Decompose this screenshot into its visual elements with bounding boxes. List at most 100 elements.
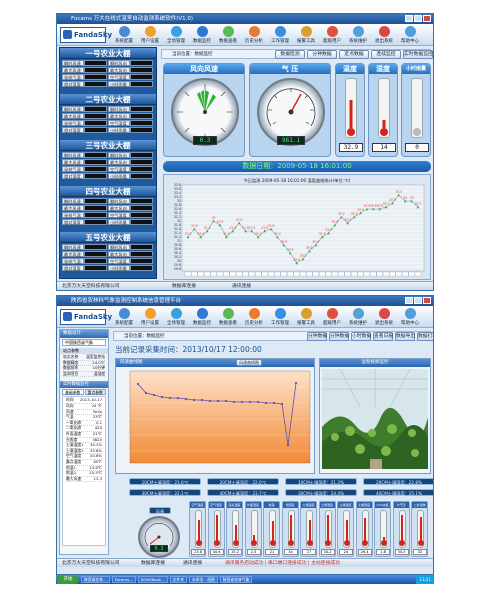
toolbar-button-2[interactable]: 全场管理 bbox=[163, 308, 189, 327]
wind-speed-label: 风速 bbox=[149, 507, 171, 514]
reading-label: 最大风向 bbox=[108, 251, 130, 257]
toolbar-button-4[interactable]: 数据查看 bbox=[215, 26, 241, 45]
reading-label: 最大风速 bbox=[62, 205, 84, 211]
toolbar-button-8[interactable]: 超级用户 bbox=[319, 26, 345, 45]
toolbar-icon bbox=[352, 308, 364, 319]
toolbar-button-11[interactable]: 帮助中心 bbox=[397, 26, 423, 45]
toolbar-icon bbox=[144, 26, 156, 37]
param-name: 露点温度 bbox=[66, 458, 82, 464]
thermometer-icon bbox=[398, 510, 406, 548]
rain-title: 小时雨量 bbox=[402, 64, 430, 74]
toolbar-label: 历史分析 bbox=[245, 321, 263, 326]
gauge-tube-3: 叶面湿度 2.5 bbox=[244, 501, 262, 557]
reading-value-display bbox=[130, 152, 153, 158]
soil-readout-3: 20CM土壤湿度：22.8% bbox=[363, 478, 433, 485]
x-tick-box bbox=[402, 271, 409, 277]
compass-icon bbox=[177, 84, 233, 140]
toolbar-button-7[interactable]: 报警工具 bbox=[293, 26, 319, 45]
toolbar-button-6[interactable]: 工作管理 bbox=[267, 26, 293, 45]
humidity-gauge: 湿度 14 bbox=[368, 63, 398, 157]
toolbar-button-11[interactable]: 帮助中心 bbox=[397, 308, 423, 327]
tube-value: 34.5 bbox=[394, 549, 409, 555]
greenhouse-cell: 最大风速 bbox=[62, 205, 108, 211]
wind-chart-button[interactable]: 风速曲线图 bbox=[236, 359, 262, 366]
param-name: 监测项目 bbox=[63, 370, 79, 376]
taskbar-item-1[interactable]: Focams... bbox=[111, 576, 136, 583]
toolbar-button-7[interactable]: 报警工具 bbox=[293, 308, 319, 327]
toolbar-button-10[interactable]: 退出系统 bbox=[371, 26, 397, 45]
pressure-gauge: 气 压 961.1 bbox=[249, 63, 331, 157]
taskbar-item-2[interactable]: SONVBook... bbox=[137, 576, 168, 583]
gauge-tube-0: 空气温度 23.8 bbox=[189, 501, 206, 557]
data-label: 30.5 bbox=[306, 246, 313, 250]
param-name: 叶面温度 bbox=[66, 430, 82, 436]
taskbar-item-0[interactable]: 陕西省农林... bbox=[81, 576, 110, 583]
toolbar-button-9[interactable]: 系统维护 bbox=[345, 308, 371, 327]
toolbar-button-2[interactable]: 全场管理 bbox=[163, 26, 189, 45]
thermometer-icon bbox=[195, 510, 202, 548]
taskbar-item-3[interactable]: 文件夹 bbox=[169, 576, 188, 583]
reading-label: 瞬时风速 bbox=[62, 244, 84, 250]
gauge-tube-7: 土壤湿度 34.2 bbox=[318, 501, 336, 557]
station-select[interactable]: 中国陕西省气象 bbox=[62, 339, 106, 346]
wind-value: 0.3 bbox=[193, 136, 217, 145]
thermometer-icon bbox=[324, 510, 332, 548]
toolbar-button-1[interactable]: 用户设置 bbox=[137, 308, 163, 327]
start-button[interactable]: 开始 bbox=[57, 575, 79, 584]
taskbar-item-5[interactable]: 陕西省农林气象 bbox=[219, 576, 253, 583]
toolbar-button-9[interactable]: 系统维护 bbox=[345, 26, 371, 45]
company-text-2: 北京万大天空科技有限公司 bbox=[62, 561, 120, 566]
nav-button-1[interactable]: 分钟数据 bbox=[307, 50, 337, 59]
nav-button-2[interactable]: 小时数据 bbox=[351, 332, 371, 341]
x-tick-box bbox=[306, 271, 313, 277]
nav-button-0[interactable]: 分钟数据 bbox=[307, 332, 327, 341]
sidebar-header: 数据设计 bbox=[60, 330, 108, 338]
toolbar-button-0[interactable]: 系统配置 bbox=[111, 26, 137, 45]
data-label: 32.9 bbox=[389, 198, 396, 202]
nav-button-3[interactable]: 连续监控 bbox=[371, 50, 401, 59]
toolbar-button-10[interactable]: 退出系统 bbox=[371, 308, 397, 327]
maximize-icon[interactable] bbox=[414, 297, 422, 304]
reading-value-display bbox=[84, 106, 107, 112]
tube-label: 空气湿度 bbox=[208, 502, 224, 508]
reading-value-display bbox=[84, 127, 107, 133]
data-label: 31.4 bbox=[325, 228, 332, 232]
realtime-tab-0[interactable]: 基础参数 bbox=[62, 389, 84, 396]
toolbar-button-5[interactable]: 历史分析 bbox=[241, 308, 267, 327]
nav-button-4[interactable]: 实时数据监控 bbox=[403, 50, 433, 59]
reading-label: 相对湿度 bbox=[62, 219, 84, 225]
toolbar-button-8[interactable]: 超级用户 bbox=[319, 308, 345, 327]
reading-label: 空气湿度 bbox=[108, 258, 130, 264]
greenhouse-row: 采样气温 空气湿度 bbox=[62, 166, 154, 172]
toolbar-button-5[interactable]: 历史分析 bbox=[241, 26, 267, 45]
minimize-icon[interactable] bbox=[405, 15, 413, 22]
nav-button-3[interactable]: 查看日报 bbox=[373, 332, 393, 341]
nav-button-4[interactable]: 数据导出 bbox=[395, 332, 415, 341]
realtime-tab-1[interactable]: 重点参数 bbox=[84, 389, 106, 396]
param-value: 13.3 bbox=[93, 475, 102, 481]
taskbar-item-4[interactable]: 未命名 - 画图 bbox=[189, 576, 218, 583]
notice-text: 通讯服务启动成功 | 串口端口连接成功 | 主站连接成功 bbox=[225, 561, 340, 566]
nav-button-1[interactable]: 分钟数据 bbox=[329, 332, 349, 341]
maximize-icon[interactable] bbox=[414, 15, 422, 22]
greenhouse-cell: 小时雨量 bbox=[108, 265, 154, 271]
close-icon[interactable] bbox=[423, 15, 431, 22]
toolbar-button-4[interactable]: 数据查看 bbox=[215, 308, 241, 327]
close-icon[interactable] bbox=[423, 297, 431, 304]
toolbar-button-0[interactable]: 系统配置 bbox=[111, 308, 137, 327]
nav-button-0[interactable]: 数据检测 bbox=[275, 50, 305, 59]
toolbar-button-1[interactable]: 用户设置 bbox=[137, 26, 163, 45]
dial-needle-icon bbox=[266, 88, 316, 127]
data-label: 30.4 bbox=[287, 248, 294, 252]
wind-data-point bbox=[224, 399, 228, 403]
toolbar-button-6[interactable]: 工作管理 bbox=[267, 308, 293, 327]
minimize-icon[interactable] bbox=[405, 297, 413, 304]
nav-button-2[interactable]: 定点数据 bbox=[339, 50, 369, 59]
nav-button-5[interactable]: 数据打印 bbox=[417, 332, 433, 341]
soil-readout-7: 40CM土壤湿度：25.1% bbox=[363, 489, 433, 496]
wind-data-point bbox=[192, 398, 196, 402]
toolbar-button-3[interactable]: 数据监控 bbox=[189, 308, 215, 327]
toolbar-label: 系统维护 bbox=[349, 39, 367, 44]
toolbar-button-3[interactable]: 数据监控 bbox=[189, 26, 215, 45]
bulb-icon bbox=[362, 540, 368, 546]
